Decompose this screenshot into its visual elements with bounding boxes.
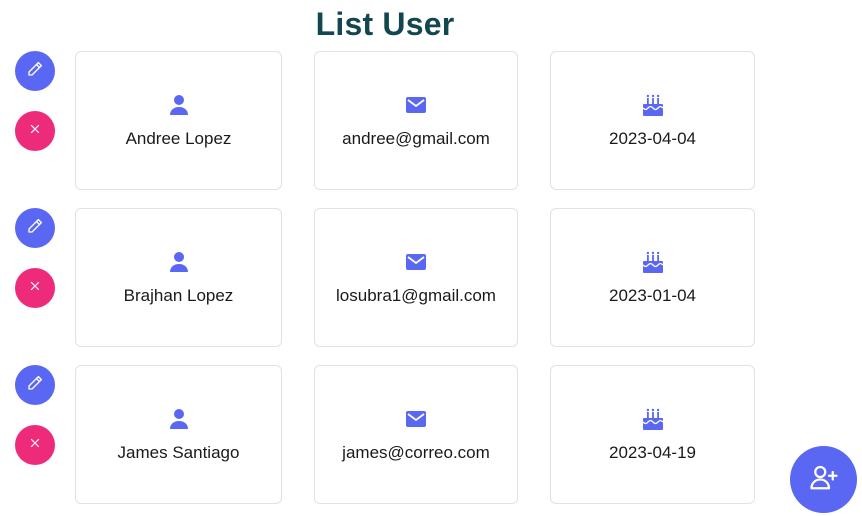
user-name-card: Brajhan Lopez [75,208,282,347]
user-birthdate: 2023-04-04 [609,128,696,148]
edit-user-button[interactable] [15,365,55,405]
pencil-icon [26,217,44,240]
cake-icon [642,251,663,273]
user-row: Brajhan Lopez losubra1@gmail.com 2023-01… [0,208,770,350]
user-name: James Santiago [117,442,240,462]
user-icon [169,251,189,272]
pencil-icon [26,60,44,83]
edit-user-button[interactable] [15,208,55,248]
user-icon [169,408,189,429]
user-name: Brajhan Lopez [123,285,234,305]
user-birthdate: 2023-01-04 [609,285,696,305]
user-email-card: james@correo.com [314,365,518,504]
close-icon [29,436,41,454]
delete-user-button[interactable] [15,425,55,465]
user-email-card: andree@gmail.com [314,51,518,190]
user-name: Andree Lopez [125,128,232,148]
close-icon [29,279,41,297]
mail-icon [406,95,426,115]
user-name-card: Andree Lopez [75,51,282,190]
cake-icon [642,408,663,430]
list-user-page: List User Andree Lopez andree@gmail.com … [0,0,862,516]
user-icon [169,94,189,115]
user-email: andree@gmail.com [342,128,490,148]
add-user-button[interactable] [790,446,857,513]
pencil-icon [26,374,44,397]
user-email: james@correo.com [342,442,490,462]
close-icon [29,122,41,140]
user-email-card: losubra1@gmail.com [314,208,518,347]
edit-user-button[interactable] [15,51,55,91]
user-name-card: James Santiago [75,365,282,504]
user-email: losubra1@gmail.com [336,285,496,305]
mail-icon [406,409,426,429]
delete-user-button[interactable] [15,111,55,151]
add-user-icon [809,462,839,497]
user-row: James Santiago james@correo.com 2023-04-… [0,365,770,507]
user-birthdate-card: 2023-04-04 [550,51,755,190]
user-birthdate-card: 2023-04-19 [550,365,755,504]
page-title: List User [315,6,455,42]
cake-icon [642,94,663,116]
user-birthdate: 2023-04-19 [609,442,696,462]
user-birthdate-card: 2023-01-04 [550,208,755,347]
mail-icon [406,252,426,272]
delete-user-button[interactable] [15,268,55,308]
user-row: Andree Lopez andree@gmail.com 2023-04-04 [0,51,770,193]
